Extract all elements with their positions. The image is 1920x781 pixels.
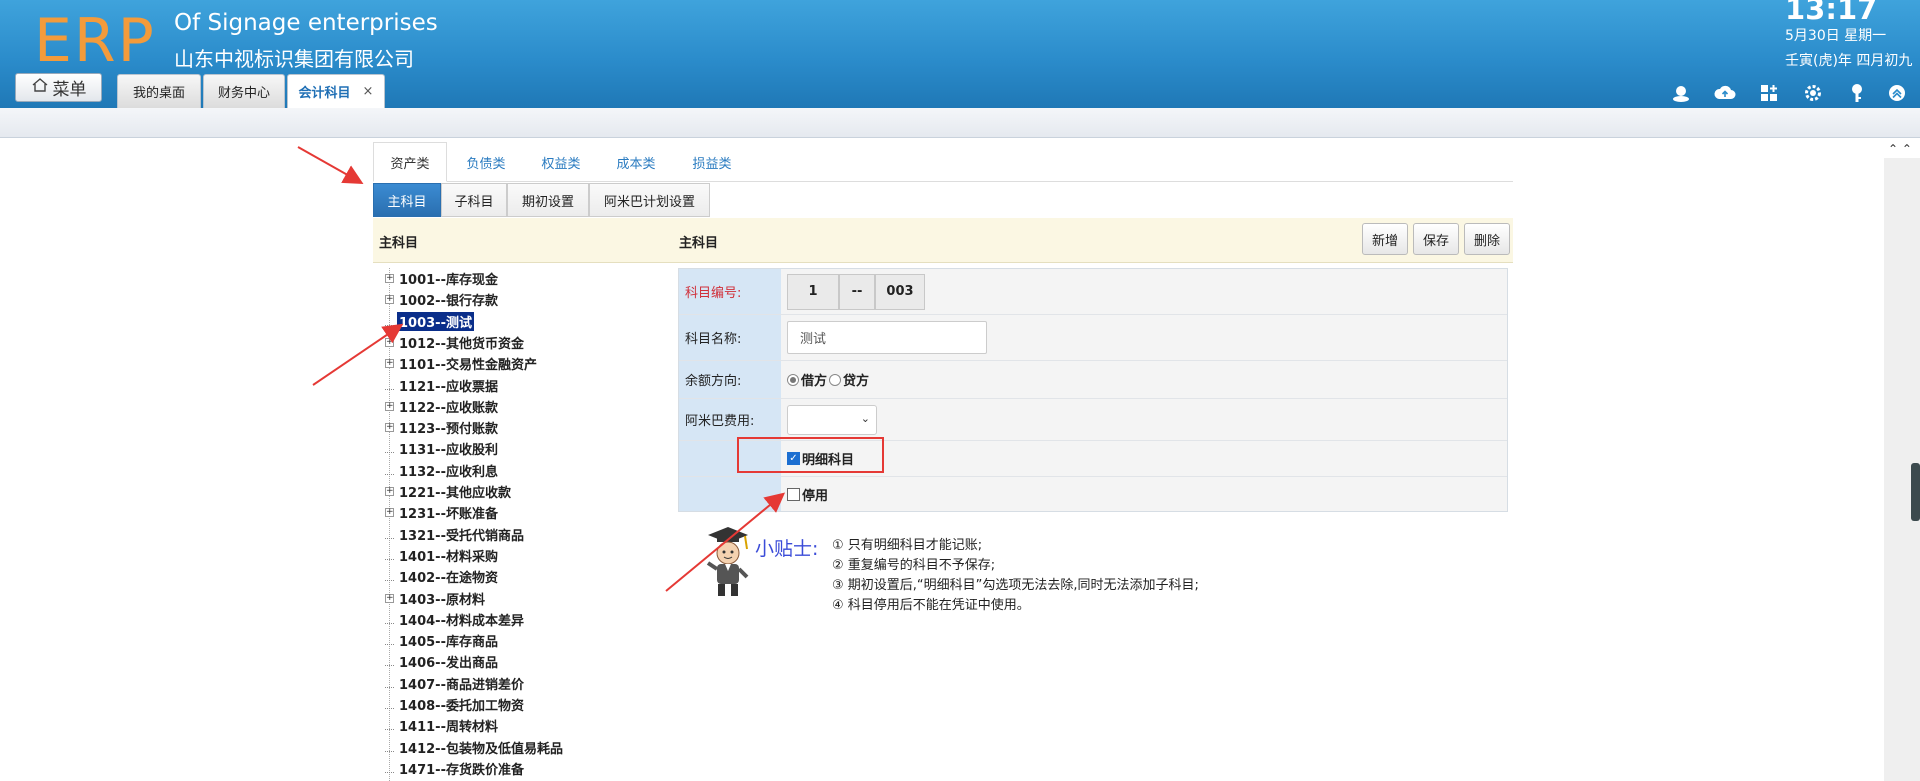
- arrow-to-main-subject-tab: [297, 146, 364, 184]
- arrow-to-selected-node: [312, 323, 404, 386]
- annotation-arrows: [297, 146, 786, 592]
- arrow-to-disable-checkbox: [665, 492, 786, 592]
